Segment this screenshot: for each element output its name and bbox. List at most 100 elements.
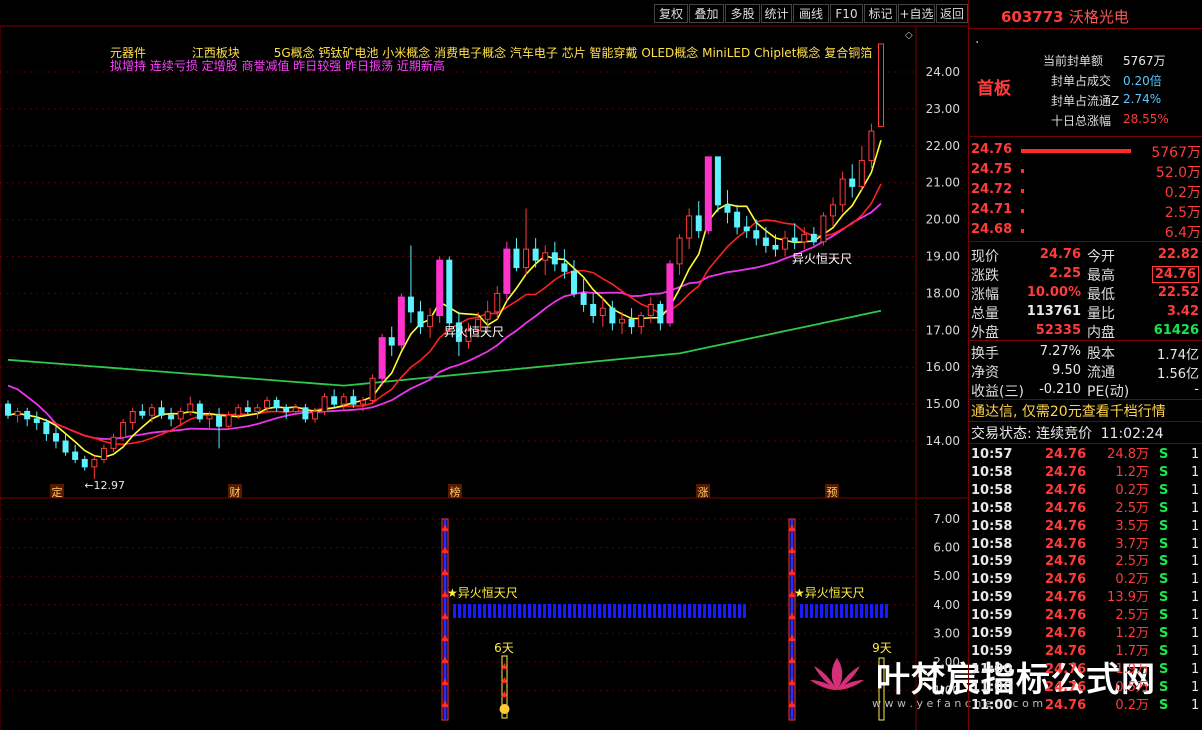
candle-body bbox=[407, 296, 414, 313]
bid-volume-bar bbox=[1021, 229, 1024, 233]
candle-body bbox=[714, 156, 721, 206]
candle-body bbox=[397, 296, 405, 346]
arrow-up-icon: ▲ bbox=[501, 661, 508, 670]
signal-duration-bar bbox=[880, 604, 883, 618]
arrow-up-icon: ▲ bbox=[442, 567, 449, 577]
candle-body bbox=[206, 414, 213, 420]
bid-volume: 5767万 bbox=[1151, 145, 1201, 161]
fund-label: 收益(三) bbox=[971, 384, 1024, 400]
arrow-up-icon: ▲ bbox=[442, 545, 449, 555]
signal-duration-bar bbox=[623, 604, 626, 618]
candle-body bbox=[609, 307, 616, 324]
diamond-icon: ◇ bbox=[905, 30, 913, 41]
tick-price: 24.76 bbox=[1045, 554, 1087, 570]
event-marker-label[interactable]: 财 bbox=[230, 485, 241, 499]
event-marker-label[interactable]: 涨 bbox=[698, 486, 709, 499]
toolbar-button-1[interactable]: 叠加 bbox=[689, 4, 724, 23]
candle-body bbox=[686, 215, 693, 239]
low-price-marker: ←12.97 bbox=[84, 479, 125, 492]
toolbar-button-2[interactable]: 多股 bbox=[725, 4, 760, 23]
signal-duration-bar bbox=[583, 604, 586, 618]
toolbar-button-0[interactable]: 复权 bbox=[654, 4, 688, 23]
tick-count: 1 bbox=[1191, 554, 1200, 570]
toolbar-button-6[interactable]: 标记 bbox=[864, 4, 897, 23]
toolbar-button-5[interactable]: F10 bbox=[830, 4, 863, 23]
candle-body bbox=[782, 237, 789, 250]
day-counter-label: 6天 bbox=[494, 641, 514, 655]
bid-volume-bar bbox=[1021, 149, 1131, 153]
kline-chart[interactable]: 24.00 23.00 22.00 21.00 20.00 19.00 18.00 17.00… bbox=[0, 0, 968, 730]
tick-volume: 1.2万 bbox=[1115, 464, 1149, 480]
candle-body bbox=[311, 410, 318, 420]
signal-duration-bar bbox=[563, 604, 566, 618]
signal-duration-bar bbox=[860, 604, 863, 618]
event-marker-label[interactable]: 预 bbox=[827, 486, 838, 499]
tick-count: 1 bbox=[1191, 626, 1200, 641]
candle-body bbox=[503, 248, 511, 294]
candle-body bbox=[762, 237, 769, 246]
fund-value: - bbox=[1194, 382, 1199, 397]
signal-duration-bar bbox=[578, 604, 581, 618]
bid-price: 24.71 bbox=[971, 202, 1013, 217]
signal-duration-bar bbox=[568, 604, 571, 618]
signal-duration-bar bbox=[708, 604, 711, 618]
tick-time: 11:00 bbox=[971, 697, 1013, 713]
signal-duration-bar bbox=[548, 604, 551, 618]
signal-duration-bar bbox=[483, 604, 486, 618]
quote-value: 2.25 bbox=[1048, 266, 1081, 281]
tick-volume: 1.9万 bbox=[1115, 661, 1149, 677]
tick-row: 11:00 24.76 0.2万 S 1 bbox=[969, 697, 1202, 715]
signal-duration-bar bbox=[815, 604, 818, 618]
signal-duration-bar bbox=[453, 604, 456, 618]
toolbar-button-3[interactable]: 统计 bbox=[761, 4, 792, 23]
signal-duration-bar bbox=[588, 604, 591, 618]
candle-body bbox=[43, 422, 50, 435]
fund-value: 1.74亿 bbox=[1157, 348, 1199, 363]
fund-label: 股本 bbox=[1087, 346, 1115, 362]
tick-side: S bbox=[1159, 661, 1169, 677]
signal-duration-bar bbox=[543, 604, 546, 618]
candle-body bbox=[858, 160, 865, 187]
tick-volume: 0.2万 bbox=[1115, 482, 1149, 498]
candle-body bbox=[513, 248, 520, 269]
upgrade-notice[interactable]: 通达信, 仅需20元查看千档行情 bbox=[971, 401, 1166, 421]
signal-duration-bar bbox=[800, 604, 803, 618]
arrow-up-icon: ▲ bbox=[442, 611, 449, 621]
fund-label: 流通 bbox=[1087, 365, 1115, 381]
bid-volume: 52.0万 bbox=[1155, 165, 1201, 181]
sub-yaxis-tick-label: 6.00 bbox=[933, 541, 960, 555]
bid-price: 24.68 bbox=[971, 222, 1013, 237]
toolbar-button-8[interactable]: 返回 bbox=[936, 4, 968, 23]
tick-row: 10:58 24.76 2.5万 S 1 bbox=[969, 500, 1202, 518]
candle-body bbox=[264, 399, 271, 409]
tick-volume: 3.7万 bbox=[1115, 536, 1149, 552]
tick-price: 24.76 bbox=[1045, 643, 1087, 659]
event-marker-label[interactable]: 榜 bbox=[450, 485, 461, 499]
signal-duration-bar bbox=[673, 604, 676, 618]
ma10-line bbox=[7, 183, 882, 446]
signal-duration-bar bbox=[603, 604, 606, 618]
yaxis-tick-label: 20.00 bbox=[926, 213, 960, 227]
quote-label: 涨跌 bbox=[971, 268, 999, 284]
signal-duration-bar bbox=[513, 604, 516, 618]
event-marker-label[interactable]: 定 bbox=[52, 485, 63, 499]
trade-status-label: 交易状态: 连续竞价 bbox=[971, 426, 1093, 442]
sub-yaxis-tick-label: 4.00 bbox=[933, 598, 960, 612]
seal-label: 封单占流通Z bbox=[1051, 94, 1120, 108]
tick-price: 24.76 bbox=[1045, 626, 1087, 641]
toolbar-button-4[interactable]: 画线 bbox=[793, 4, 829, 23]
tick-price: 24.76 bbox=[1045, 464, 1087, 480]
yaxis-tick-label: 14.00 bbox=[926, 434, 960, 448]
tick-time: 10:58 bbox=[971, 482, 1013, 498]
candle-body bbox=[225, 414, 232, 427]
candle-body bbox=[446, 259, 453, 324]
arrow-up-icon: ▲ bbox=[789, 699, 796, 709]
tick-volume: 2.5万 bbox=[1115, 554, 1149, 570]
candle-body bbox=[321, 396, 328, 412]
signal-duration-bar bbox=[613, 604, 616, 618]
candle-body bbox=[158, 407, 165, 416]
signal-duration-bar bbox=[825, 604, 828, 618]
toolbar-button-7[interactable]: +自选 bbox=[898, 4, 935, 23]
tick-row: 10:57 24.76 24.8万 S 1 bbox=[969, 446, 1202, 464]
signal-duration-bar bbox=[458, 604, 461, 618]
